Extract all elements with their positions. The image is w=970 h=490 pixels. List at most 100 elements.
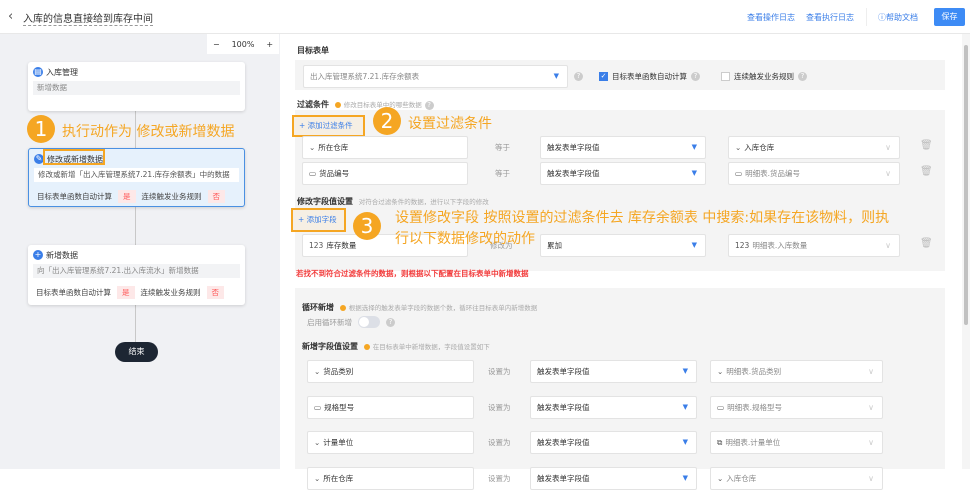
insert-mode-select[interactable]: 触发表单字段值 ▼	[530, 360, 697, 383]
delete-icon[interactable]: 🗑	[920, 140, 933, 151]
insert-value-select[interactable]: ⧉ 明细表.计量单位 ∨	[710, 431, 883, 454]
field-name: 所在仓库	[323, 474, 354, 483]
operator-label: 等于	[495, 169, 510, 178]
filter-value-select[interactable]: ▭ 明细表.货品编号 ∨	[728, 162, 900, 185]
help-icon[interactable]: ?	[798, 72, 807, 81]
filter-field[interactable]: ⌄ 所在仓库	[302, 136, 468, 159]
field-name: 货品编号	[319, 169, 350, 178]
select-value: 明细表.货品类别	[726, 367, 782, 376]
help-icon: ⓘ	[878, 13, 886, 22]
insert-section-header: 新增字段值设置 在目标表单中新增数据，字段值设置如下	[302, 341, 490, 352]
insert-field[interactable]: ⌄ 计量单位	[307, 431, 474, 454]
flag-value: 是	[118, 190, 136, 203]
annotation-text-1: 执行动作为 修改或新增数据	[62, 124, 235, 140]
auto-calc-checkbox[interactable]: ✓ 目标表单函数自动计算?	[599, 71, 700, 82]
node-flags: 目标表单函数自动计算是连续触发业务规则否	[36, 286, 224, 299]
filter-mode-select[interactable]: 触发表单字段值 ▼	[540, 162, 706, 185]
caret-down-icon: ▼	[682, 438, 688, 446]
node-desc: 修改或新增「出入库管理系统7.21.库存余额表」中的数据	[34, 168, 239, 182]
back-icon[interactable]: ‹	[8, 9, 13, 24]
flag-value: 是	[117, 286, 135, 299]
text-field-icon: ▭	[309, 169, 317, 178]
insert-field[interactable]: ▭ 规格型号	[307, 396, 474, 419]
insert-value-select[interactable]: ▭ 明细表.规格型号 ∨	[710, 396, 883, 419]
save-button[interactable]: 保存	[934, 8, 965, 26]
field-icon: ⌄	[314, 438, 321, 447]
loop-enable-row: 启用循环新增?	[307, 316, 395, 328]
dropdown-field-icon: ⌄	[735, 143, 742, 152]
zoom-level: 100%	[231, 39, 255, 49]
page-title[interactable]: 入库的信息直接给到库存中间	[23, 10, 153, 26]
loop-enable-label: 启用循环新增	[307, 317, 352, 327]
field-icon: ⌄	[717, 367, 724, 376]
target-form-label: 目标表单	[297, 46, 329, 55]
trigger-rules-checkbox[interactable]: 连续触发业务规则?	[721, 71, 807, 82]
filter-value-select[interactable]: ⌄ 入库仓库 ∨	[728, 136, 900, 159]
insert-value-select[interactable]: ⌄ 明细表.货品类别 ∨	[710, 360, 883, 383]
zoom-out-button[interactable]: −	[213, 40, 220, 49]
modify-label: 修改字段值设置	[297, 197, 353, 206]
modify-section-header: 修改字段值设置 对符合过滤条件的数据，进行以下字段的修改	[297, 196, 489, 207]
field-name: 规格型号	[324, 403, 355, 412]
annotation-badge-1: 1	[27, 115, 55, 143]
insert-label: 新增字段值设置	[302, 342, 358, 351]
end-node[interactable]: 结束	[115, 342, 158, 362]
flag-value: 否	[207, 190, 225, 203]
help-label: 帮助文档	[886, 13, 918, 22]
filter-section-header: 过滤条件 修改目标表单中的哪些数据 ?	[297, 99, 434, 110]
insert-mode-select[interactable]: 触发表单字段值 ▼	[530, 467, 697, 490]
node-flags: 目标表单函数自动计算是连续触发业务规则否	[37, 190, 225, 203]
insert-field[interactable]: ⌄ 所在仓库	[307, 467, 474, 490]
zoom-in-button[interactable]: +	[266, 40, 273, 49]
field-name: 计量单位	[323, 438, 354, 447]
add-field-button[interactable]: + 添加字段	[291, 208, 346, 232]
insert-mode-select[interactable]: 触发表单字段值 ▼	[530, 431, 697, 454]
caret-down-icon: ▼	[553, 72, 559, 80]
help-icon[interactable]: ?	[691, 72, 700, 81]
checkbox-checked-icon: ✓	[599, 72, 608, 81]
insert-field[interactable]: ⌄ 货品类别	[307, 360, 474, 383]
number-field-icon: 123	[309, 241, 324, 250]
help-icon[interactable]: ?	[424, 101, 434, 110]
info-icon	[339, 304, 346, 311]
target-form-select[interactable]: 出入库管理系统7.21.库存余额表 ▼	[303, 65, 568, 88]
node-desc: 新增数据	[33, 81, 240, 95]
flow-node-inbound[interactable]: ▤ 入库管理 新增数据	[28, 62, 245, 111]
filter-label: 过滤条件	[297, 100, 329, 109]
connector	[135, 305, 136, 342]
delete-icon[interactable]: 🗑	[920, 166, 933, 177]
view-operation-log-link[interactable]: 查看操作日志	[747, 12, 795, 23]
insert-value-select[interactable]: ⌄ 入库仓库 ∨	[710, 467, 883, 490]
help-icon[interactable]: ?	[574, 72, 583, 81]
zoom-control: − 100% +	[207, 34, 279, 54]
filter-mode-select[interactable]: 触发表单字段值 ▼	[540, 136, 706, 159]
field-icon: ⌄	[314, 367, 321, 376]
annotation-badge-2: 2	[373, 107, 401, 135]
flow-node-insert[interactable]: + 新增数据 向「出入库管理系统7.21.出入库流水」新增数据 目标表单函数自动…	[28, 245, 245, 305]
scrollbar-thumb[interactable]	[964, 45, 968, 325]
flag-label: 目标表单函数自动计算	[36, 288, 111, 297]
add-filter-button[interactable]: + 添加过滤条件	[292, 115, 365, 137]
operator-label: 设置为	[488, 474, 511, 483]
form-icon: ▤	[33, 67, 43, 77]
text-field-icon: ▭	[735, 169, 743, 178]
help-doc-link[interactable]: ⓘ帮助文档	[878, 12, 918, 23]
filter-field[interactable]: ▭ 货品编号	[302, 162, 468, 185]
field-icon: ▭	[314, 403, 322, 412]
view-execution-log-link[interactable]: 查看执行日志	[806, 12, 854, 23]
insert-mode-select[interactable]: 触发表单字段值 ▼	[530, 396, 697, 419]
field-name: 库存数量	[326, 241, 357, 250]
delete-icon[interactable]: 🗑	[920, 238, 933, 249]
node-desc: 向「出入库管理系统7.21.出入库流水」新增数据	[33, 264, 240, 278]
select-value: 触发表单字段值	[537, 438, 590, 447]
insert-hint: 在目标表单中新增数据，字段值设置如下	[372, 343, 490, 351]
select-value: 明细表.计量单位	[725, 438, 781, 447]
node-title: 新增数据	[46, 251, 78, 260]
info-icon	[334, 101, 341, 108]
select-value: 入库仓库	[726, 474, 757, 483]
select-value: 明细表.规格型号	[727, 403, 782, 412]
field-name: 货品类别	[323, 367, 354, 376]
select-value: 出入库管理系统7.21.库存余额表	[310, 72, 420, 81]
help-icon[interactable]: ?	[386, 317, 395, 327]
loop-toggle[interactable]	[358, 316, 380, 328]
